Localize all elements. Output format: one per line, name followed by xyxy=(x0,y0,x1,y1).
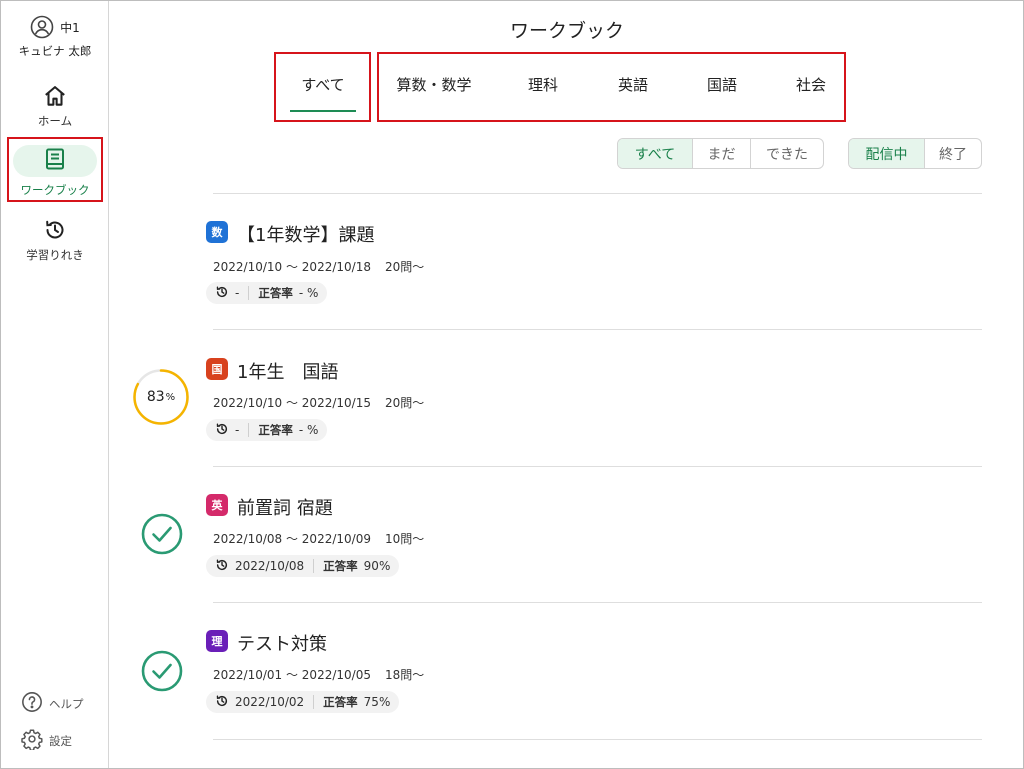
history-icon xyxy=(215,285,229,302)
nav-home[interactable]: ホーム xyxy=(1,81,109,129)
workbook-meta: 2022/10/10 ～ 2022/10/18 20問～ xyxy=(213,258,424,275)
filter-status-all[interactable]: すべて xyxy=(618,139,692,168)
home-icon xyxy=(1,81,109,111)
accuracy-value: 75% xyxy=(363,695,391,709)
completed-check-icon xyxy=(141,513,183,555)
list-divider xyxy=(213,739,982,740)
status-filter: すべて まだ できた xyxy=(617,138,824,169)
question-count: 10問～ xyxy=(384,532,425,546)
workbook-stats: - 正答率 - % xyxy=(206,419,328,441)
workbook-period: 2022/10/10 ～ 2022/10/15 xyxy=(213,396,371,410)
filter-delivering[interactable]: 配信中 xyxy=(849,139,924,168)
nav-workbook[interactable]: ワークブック xyxy=(1,139,109,198)
workbook-item[interactable]: 数 【1年数学】課題 2022/10/10 ～ 2022/10/18 20問～ -… xyxy=(130,194,982,330)
accuracy-label: 正答率 xyxy=(323,695,358,709)
gear-icon xyxy=(21,728,43,753)
progress-ring: 83% xyxy=(132,368,190,426)
filter-status-done[interactable]: できた xyxy=(750,139,823,168)
last-study-date: - xyxy=(235,423,240,437)
settings-link[interactable]: 設定 xyxy=(21,728,101,753)
accuracy-value: - % xyxy=(298,423,319,437)
history-icon xyxy=(1,215,109,245)
question-count: 20問～ xyxy=(384,260,425,274)
completed-check-icon xyxy=(141,650,183,692)
progress-percent: 83% xyxy=(146,389,176,405)
tab-all[interactable]: すべて xyxy=(290,74,356,112)
last-study-date: - xyxy=(235,286,240,300)
workbook-stats: 2022/10/08 正答率 90% xyxy=(206,555,400,577)
subject-badge: 数 xyxy=(206,221,228,243)
workbook-stats: - 正答率 - % xyxy=(206,282,328,304)
help-link[interactable]: ヘルプ xyxy=(21,691,101,716)
settings-label: 設定 xyxy=(49,733,72,748)
accuracy-value: 90% xyxy=(363,559,391,573)
workbook-period: 2022/10/08 ～ 2022/10/09 xyxy=(213,532,371,546)
workbook-period: 2022/10/10 ～ 2022/10/18 xyxy=(213,260,371,274)
tab-social[interactable]: 社会 xyxy=(788,74,834,100)
stat-separator xyxy=(313,559,315,573)
workbook-item[interactable]: 英 前置詞 宿題 2022/10/08 ～ 2022/10/09 10問～ 202… xyxy=(130,467,982,603)
workbook-meta: 2022/10/01 ～ 2022/10/05 18問～ xyxy=(213,666,424,683)
nav-home-label: ホーム xyxy=(37,114,73,128)
filter-ended[interactable]: 終了 xyxy=(924,139,981,168)
workbook-meta: 2022/10/08 ～ 2022/10/09 10問～ xyxy=(213,530,424,547)
history-icon xyxy=(215,694,229,711)
history-icon xyxy=(215,558,229,575)
workbook-item[interactable]: 83% 国 1年生 国語 2022/10/10 ～ 2022/10/15 20問～… xyxy=(130,330,982,466)
stat-separator xyxy=(248,286,250,300)
stat-separator xyxy=(313,695,315,709)
page-title: ワークブック xyxy=(509,20,624,42)
tab-all-label: すべて xyxy=(301,76,345,94)
nav-history[interactable]: 学習りれき xyxy=(1,215,109,263)
user-name: キュビナ 太郎 xyxy=(18,44,92,58)
workbook-title: 前置詞 宿題 xyxy=(237,498,333,519)
last-study-date: 2022/10/08 xyxy=(235,559,305,573)
workbook-title: テスト対策 xyxy=(237,634,327,655)
nav-workbook-highlight xyxy=(13,145,97,177)
workbook-item[interactable]: 理 テスト対策 2022/10/01 ～ 2022/10/05 18問～ 2022… xyxy=(130,603,982,739)
delivery-filter: 配信中 終了 xyxy=(848,138,982,169)
question-count: 18問～ xyxy=(384,668,425,682)
help-label: ヘルプ xyxy=(49,696,84,711)
last-study-date: 2022/10/02 xyxy=(235,695,305,709)
user-grade: 中1 xyxy=(60,20,80,35)
tab-english[interactable]: 英語 xyxy=(610,74,656,100)
tab-selected-indicator xyxy=(290,110,356,112)
workbook-title: 1年生 国語 xyxy=(237,362,339,383)
tab-science[interactable]: 理科 xyxy=(520,74,566,100)
subject-badge: 英 xyxy=(206,494,228,516)
book-icon xyxy=(45,148,65,174)
sidebar: 中1 キュビナ 太郎 ホーム ワークブック 学習りれき ヘルプ 設定 xyxy=(1,1,109,768)
accuracy-label: 正答率 xyxy=(258,286,293,300)
accuracy-label: 正答率 xyxy=(258,423,293,437)
subject-badge: 理 xyxy=(206,630,228,652)
accuracy-label: 正答率 xyxy=(323,559,358,573)
tab-math[interactable]: 算数・数学 xyxy=(392,74,476,100)
nav-history-label: 学習りれき xyxy=(26,248,84,262)
filter-status-not-yet[interactable]: まだ xyxy=(692,139,750,168)
workbook-meta: 2022/10/10 ～ 2022/10/15 20問～ xyxy=(213,394,424,411)
subject-badge: 国 xyxy=(206,358,228,380)
workbook-title: 【1年数学】課題 xyxy=(237,225,375,246)
history-icon xyxy=(215,422,229,439)
user-avatar-icon xyxy=(30,15,54,39)
question-count: 20問～ xyxy=(384,396,425,410)
nav-workbook-label: ワークブック xyxy=(20,183,90,197)
accuracy-value: - % xyxy=(298,286,319,300)
workbook-period: 2022/10/01 ～ 2022/10/05 xyxy=(213,668,371,682)
workbook-stats: 2022/10/02 正答率 75% xyxy=(206,691,400,713)
stat-separator xyxy=(248,423,250,437)
tab-japanese[interactable]: 国語 xyxy=(699,74,745,100)
help-icon xyxy=(21,691,43,716)
user-profile[interactable]: 中1 キュビナ 太郎 xyxy=(1,13,109,59)
